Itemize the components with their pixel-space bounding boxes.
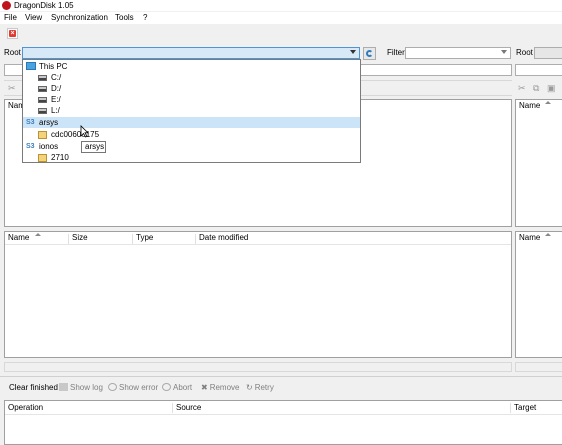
dropdown-item-this-pc[interactable]: This PC: [23, 61, 360, 72]
abort-label: Abort: [173, 383, 193, 392]
clear-finished-button[interactable]: Clear finished: [9, 383, 58, 393]
menu-bar: File View Synchronization Tools ?: [0, 12, 562, 24]
drive-icon: [38, 108, 47, 114]
menu-tools[interactable]: Tools: [115, 12, 134, 24]
right-file-list[interactable]: Name: [515, 231, 562, 358]
dropdown-item-label: 2710: [51, 153, 69, 162]
retry-button[interactable]: ↻ Retry: [246, 383, 274, 393]
dropdown-item-label: L:/: [51, 106, 60, 115]
dropdown-item-bucket-cdc[interactable]: cdc00606175: [23, 129, 360, 140]
right-column-header-name[interactable]: Name: [519, 232, 540, 244]
left-file-list[interactable]: Name Size Type Date modified: [4, 231, 512, 358]
refresh-icon: [366, 50, 373, 57]
retry-label: Retry: [254, 383, 274, 392]
header-separator: [510, 403, 511, 413]
column-header-date-modified[interactable]: Date modified: [199, 232, 248, 244]
dropdown-item-drive-e[interactable]: E:/: [23, 94, 360, 105]
right-paste-icon[interactable]: ▣: [547, 83, 556, 94]
root-combobox[interactable]: [22, 47, 360, 59]
dropdown-item-label: E:/: [51, 95, 61, 104]
dropdown-item-label: D:/: [51, 84, 62, 93]
right-horizontal-scrollbar[interactable]: [515, 362, 562, 372]
dropdown-item-drive-d[interactable]: D:/: [23, 83, 360, 94]
abort-button[interactable]: Abort: [162, 383, 192, 393]
header-separator: [172, 403, 173, 413]
column-header-name[interactable]: Name: [8, 232, 29, 244]
transfer-table-header: [5, 401, 562, 415]
dropdown-item-label: ionos: [39, 142, 59, 151]
root-dropdown-list: This PC C:/ D:/ E:/ L:/ S3 arsys cdc0060…: [22, 59, 361, 163]
column-header-size[interactable]: Size: [72, 232, 88, 244]
header-separator: [132, 234, 133, 244]
title-bar: [0, 0, 562, 11]
menu-synchronization[interactable]: Synchronization: [51, 12, 108, 24]
drive-icon: [38, 97, 47, 103]
menu-file[interactable]: File: [4, 12, 17, 24]
dropdown-item-arsys[interactable]: S3 arsys: [23, 117, 360, 128]
show-error-button[interactable]: Show error: [108, 383, 158, 393]
drive-icon: [38, 75, 47, 81]
right-folder-tree[interactable]: Name: [515, 99, 562, 227]
window-title: DragonDisk 1.05: [14, 1, 74, 10]
right-cut-icon[interactable]: ✂: [518, 83, 526, 94]
dropdown-item-label: arsys: [39, 118, 59, 127]
show-error-label: Show error: [119, 383, 159, 392]
remove-icon: ✖: [201, 383, 208, 392]
s3-icon: S3: [26, 119, 35, 126]
right-path-input[interactable]: [515, 64, 562, 76]
dropdown-item-drive-c[interactable]: C:/: [23, 72, 360, 83]
tab-strip: [0, 25, 562, 42]
remove-button[interactable]: ✖ Remove: [201, 383, 240, 393]
transfer-table[interactable]: Operation Source Target: [4, 400, 562, 445]
column-header-target[interactable]: Target: [514, 402, 536, 414]
filter-label: Filter: [387, 48, 405, 57]
dropdown-item-drive-l[interactable]: L:/: [23, 105, 360, 116]
close-tab-button[interactable]: ×: [7, 28, 18, 39]
filter-combobox[interactable]: [405, 47, 511, 59]
show-log-label: Show log: [70, 383, 103, 392]
refresh-button[interactable]: [363, 47, 376, 60]
dragon-app-icon: [2, 1, 11, 10]
bucket-icon: [38, 131, 47, 139]
computer-icon: [26, 62, 36, 70]
log-icon: [59, 383, 68, 391]
right-root-label: Root: [516, 48, 533, 57]
error-icon: [108, 383, 117, 391]
menu-help[interactable]: ?: [143, 12, 147, 24]
drive-icon: [38, 86, 47, 92]
chevron-down-icon: [501, 50, 507, 54]
show-log-button[interactable]: Show log: [59, 383, 103, 393]
column-header-source[interactable]: Source: [176, 402, 201, 414]
header-separator: [195, 234, 196, 244]
sort-caret-icon: [35, 233, 41, 236]
dropdown-item-label: This PC: [39, 62, 68, 71]
header-separator: [68, 234, 69, 244]
s3-icon: S3: [26, 143, 35, 150]
left-horizontal-scrollbar[interactable]: [4, 362, 512, 372]
bucket-icon: [38, 154, 47, 162]
dropdown-item-bucket-2710[interactable]: 2710: [23, 152, 360, 163]
divider: [0, 376, 562, 377]
abort-icon: [162, 383, 171, 391]
remove-label: Remove: [209, 383, 240, 392]
dropdown-item-label: cdc00606175: [51, 130, 100, 139]
right-column-header-name[interactable]: Name: [519, 100, 540, 112]
dropdown-item-ionos[interactable]: S3 ionos: [23, 141, 360, 152]
menu-view[interactable]: View: [25, 12, 42, 24]
right-copy-icon[interactable]: ⧉: [533, 83, 539, 94]
root-label: Root: [4, 48, 21, 57]
chevron-down-icon: [350, 50, 356, 54]
mouse-cursor-icon: [80, 125, 89, 138]
sort-caret-icon: [545, 101, 551, 104]
retry-icon: ↻: [246, 383, 253, 392]
sort-caret-icon: [545, 233, 551, 236]
dropdown-item-label: C:/: [51, 73, 62, 82]
column-header-operation[interactable]: Operation: [8, 402, 43, 414]
tooltip: arsys: [81, 141, 106, 153]
right-root-combobox[interactable]: [534, 47, 562, 59]
close-icon: ×: [9, 30, 16, 37]
column-header-type[interactable]: Type: [136, 232, 153, 244]
